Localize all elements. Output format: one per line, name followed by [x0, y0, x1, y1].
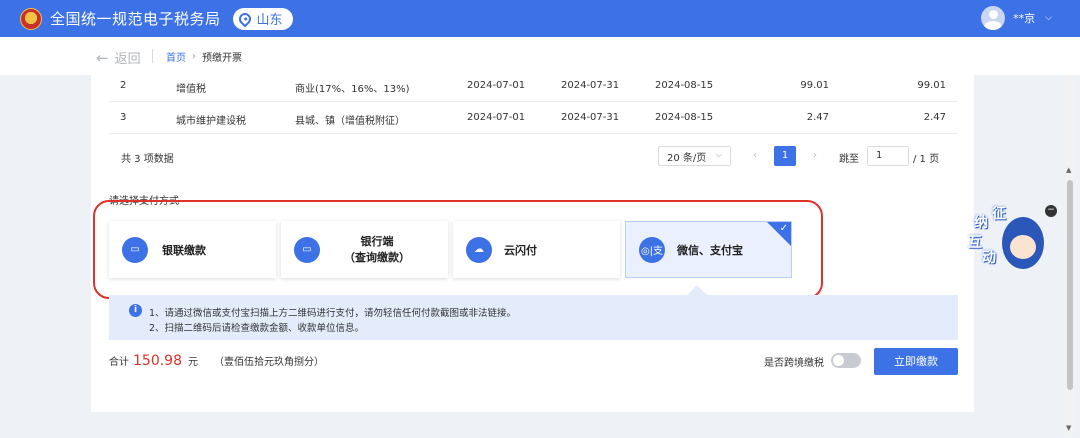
- row-period-start: 2024-07-01: [467, 112, 526, 123]
- row-amount: 99.01: [800, 80, 829, 91]
- mascot-face: [1010, 235, 1036, 259]
- payment-option-sublabel: （查询缴款）: [344, 250, 410, 264]
- row-tax-type: 增值税: [176, 84, 206, 95]
- scroll-up-icon[interactable]: ▲: [1066, 166, 1071, 174]
- row-paid: 99.01: [917, 80, 946, 91]
- breadcrumb-divider: [152, 49, 153, 63]
- row-index: 3: [120, 112, 127, 123]
- payment-option-label: 银联缴款: [162, 243, 206, 257]
- summary-unit: 元: [188, 357, 198, 368]
- card-icon: ▭: [294, 236, 320, 263]
- payment-option-wechat-alipay[interactable]: ◎|支 微信、支付宝 ✓: [625, 221, 792, 278]
- jump-label: 跳至: [839, 154, 859, 165]
- info-icon: i: [129, 304, 142, 317]
- payment-option-label: 云闪付: [504, 243, 537, 257]
- wechat-alipay-icon: ◎|支: [639, 236, 665, 263]
- tax-emblem-logo: [20, 7, 42, 30]
- mascot-char: 纳: [974, 215, 988, 231]
- payment-option-main-label: 银行端: [360, 234, 394, 248]
- cross-border-label: 是否跨境缴税: [764, 358, 824, 369]
- row-tax-item: 县城、镇（增值税附征）: [295, 116, 405, 127]
- row-deadline: 2024-08-15: [655, 112, 714, 123]
- arrow-left-icon: ←: [96, 48, 109, 67]
- row-period-start: 2024-07-01: [467, 80, 526, 91]
- mascot-char: 动: [982, 250, 996, 266]
- back-button[interactable]: ← 返回: [96, 48, 141, 68]
- check-icon: ✓: [779, 223, 788, 234]
- page-number-button[interactable]: 1: [774, 146, 796, 166]
- row-amount: 2.47: [806, 112, 829, 123]
- row-paid: 2.47: [923, 112, 946, 123]
- site-title: 全国统一规范电子税务局: [50, 10, 221, 28]
- payment-notice: i 1、请通过微信或支付宝扫描上方二维码进行支付，请勿轻信任何付款截图或非法链接…: [109, 295, 958, 340]
- mascot-char: 征: [992, 206, 1006, 222]
- payment-option-quickpass[interactable]: ☁ 云闪付: [453, 221, 620, 278]
- payment-summary: 合计 150.98 元 （壹佰伍拾元玖角捌分）: [109, 353, 324, 369]
- notice-line-1: 1、请通过微信或支付宝扫描上方二维码进行支付，请勿轻信任何付款截图或非法链接。: [149, 308, 517, 319]
- payment-option-label: 银行端 （查询缴款）: [344, 234, 410, 266]
- back-label: 返回: [114, 52, 141, 67]
- cross-border-toggle[interactable]: [831, 353, 861, 368]
- table-row: 3 城市维护建设税 县城、镇（增值税附征） 2024-07-01 2024-07…: [109, 102, 958, 134]
- cloud-icon: ☁: [466, 236, 492, 263]
- scroll-down-icon[interactable]: ▼: [1066, 424, 1071, 432]
- summary-label: 合计: [109, 357, 129, 368]
- notice-line-2: 2、扫描二维码后请检查缴款金额、收款单位信息。: [149, 323, 365, 334]
- chevron-down-icon: ⌵: [715, 150, 722, 159]
- province-selector[interactable]: 山东: [232, 7, 293, 30]
- row-tax-type: 城市维护建设税: [176, 116, 246, 127]
- jump-page-input[interactable]: 1: [867, 146, 909, 166]
- notice-pointer: [687, 285, 707, 295]
- location-pin-icon: [236, 10, 254, 27]
- page-size-select[interactable]: 20 条/页 ⌵: [658, 146, 731, 166]
- card-icon: ▭: [122, 236, 148, 263]
- payment-option-bank[interactable]: ▭ 银行端 （查询缴款）: [281, 221, 448, 278]
- prev-page-button[interactable]: ‹: [753, 150, 757, 161]
- province-label: 山东: [256, 13, 283, 28]
- total-pages: / 1 页: [913, 154, 940, 165]
- row-deadline: 2024-08-15: [655, 80, 714, 91]
- mascot-char: 互: [968, 235, 982, 251]
- scrollbar-thumb[interactable]: [1067, 180, 1073, 390]
- chevron-right-icon: ›: [192, 51, 196, 62]
- breadcrumb-current: 预缴开票: [202, 53, 242, 64]
- close-icon[interactable]: −: [1045, 205, 1057, 217]
- pay-now-button[interactable]: 立即缴款: [874, 348, 958, 375]
- pagination: 共 3 项数据 20 条/页 ⌵ ‹ 1 › 跳至 1 / 1 页: [121, 146, 946, 166]
- breadcrumb: 首页 › 预缴开票: [166, 49, 242, 64]
- payment-option-unionpay[interactable]: ▭ 银联缴款: [109, 221, 276, 278]
- breadcrumb-home-link[interactable]: 首页: [166, 49, 186, 64]
- row-tax-item: 商业(17%、16%、13%): [295, 84, 410, 95]
- user-menu[interactable]: **京 ⌵: [981, 6, 1052, 30]
- chevron-down-icon: ⌵: [1045, 13, 1052, 23]
- avatar: [981, 6, 1006, 30]
- summary-amount: 150.98: [133, 353, 182, 369]
- page-size-value: 20 条/页: [667, 152, 707, 164]
- top-bar: 全国统一规范电子税务局 山东 **京 ⌵: [0, 0, 1080, 37]
- total-count: 共 3 项数据: [121, 154, 174, 165]
- payment-option-label: 微信、支付宝: [677, 243, 743, 257]
- row-period-end: 2024-07-31: [561, 112, 620, 123]
- row-index: 2: [120, 80, 127, 91]
- user-name: **京: [1013, 12, 1036, 25]
- interaction-mascot-widget[interactable]: 征 纳 互 动: [968, 206, 1048, 272]
- row-period-end: 2024-07-31: [561, 80, 620, 91]
- table-row: 2 增值税 商业(17%、16%、13%) 2024-07-01 2024-07…: [109, 70, 958, 102]
- summary-amount-chinese: （壹佰伍拾元玖角捌分）: [214, 357, 324, 368]
- next-page-button[interactable]: ›: [813, 150, 817, 161]
